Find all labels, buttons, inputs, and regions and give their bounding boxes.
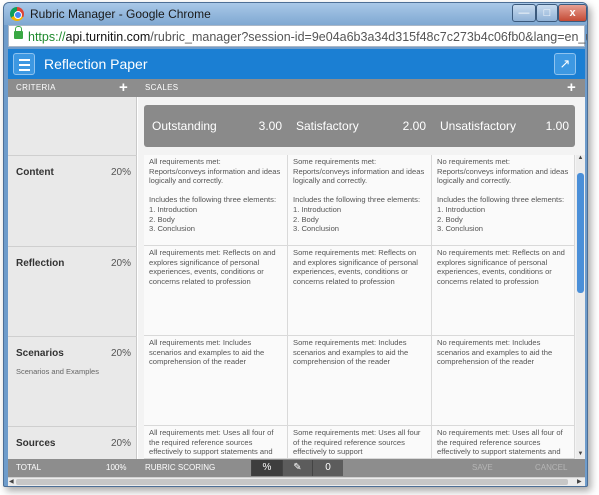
scroll-down-icon[interactable]: ▼: [576, 451, 585, 459]
criterion-row[interactable]: Content 20%: [8, 155, 137, 246]
rubric-cell[interactable]: All requirements met: Reports/conveys in…: [144, 155, 288, 246]
menu-line-icon: [19, 59, 30, 61]
rubric-cell[interactable]: No requirements met: Uses all four of th…: [432, 426, 575, 459]
rubric-cell[interactable]: No requirements met: Includes scenarios …: [432, 336, 575, 426]
rubric-cell[interactable]: No requirements met: Reflects on and exp…: [432, 246, 575, 336]
rubric-manager-app: Reflection Paper ↗ CRITERIA + SCALES + C…: [8, 49, 585, 486]
scroll-left-icon[interactable]: ◀: [9, 478, 14, 485]
total-label: TOTAL: [16, 463, 42, 472]
column-headers: CRITERIA + SCALES +: [8, 79, 585, 97]
rubric-grid: All requirements met: Reports/conveys in…: [138, 155, 575, 459]
criterion-percent: 20%: [110, 167, 131, 178]
menu-button[interactable]: [13, 53, 35, 75]
chrome-logo-icon: [10, 7, 24, 21]
scale-column-header[interactable]: Outstanding 3.00: [144, 105, 288, 147]
criterion-name: Reflection: [16, 258, 65, 269]
criterion-percent: 20%: [110, 438, 131, 449]
scale-value: 3.00: [258, 119, 282, 133]
maximize-button[interactable]: □: [536, 4, 558, 22]
scrollbar-thumb[interactable]: [577, 173, 584, 293]
minimize-button[interactable]: —: [512, 4, 536, 22]
criterion-name: Content: [16, 167, 54, 178]
scale-name: Outstanding: [152, 119, 217, 133]
edit-icon: ✎: [293, 462, 302, 473]
menu-line-icon: [19, 64, 30, 66]
share-button[interactable]: ↗: [554, 53, 576, 75]
rubric-cell[interactable]: Some requirements met: Reflects on and e…: [288, 246, 432, 336]
criterion-row[interactable]: Reflection 20%: [8, 246, 137, 336]
address-bar[interactable]: https://api.turnitin.com/rubric_manager?…: [8, 25, 588, 47]
criteria-header: CRITERIA: [16, 83, 56, 92]
criterion-row[interactable]: Sources 20%: [8, 426, 137, 459]
scale-column-header[interactable]: Satisfactory 2.00: [288, 105, 432, 147]
share-icon: ↗: [559, 56, 571, 71]
app-header: Reflection Paper ↗: [8, 49, 585, 79]
cancel-button[interactable]: CANCEL: [535, 463, 567, 472]
scale-header: Outstanding 3.00 Satisfactory 2.00 Unsat…: [144, 105, 575, 147]
criterion-name: Sources: [16, 438, 56, 449]
scale-value: 2.00: [402, 119, 426, 133]
lock-icon: [14, 26, 23, 39]
save-button[interactable]: SAVE: [472, 463, 493, 472]
url-text[interactable]: https://api.turnitin.com/rubric_manager?…: [28, 30, 588, 44]
rubric-title: Reflection Paper: [44, 56, 148, 72]
criteria-list: Content 20% Reflection 20% Scenarios 20%…: [8, 97, 137, 459]
footer-bar: TOTAL 100% RUBRIC SCORING % ✎ 0 SAVE CAN…: [8, 459, 585, 477]
scale-name: Unsatisfactory: [440, 119, 517, 133]
percent-scoring-button[interactable]: %: [251, 460, 282, 476]
horizontal-scrollbar[interactable]: ◀ ▶: [8, 477, 585, 486]
vertical-scrollbar[interactable]: ▲ ▼: [576, 155, 585, 459]
add-scale-button[interactable]: +: [567, 80, 576, 95]
menu-line-icon: [19, 69, 30, 71]
url-path: /rubric_manager?session-id=9e04a6b3a34d3…: [150, 30, 588, 44]
zero-scoring-button[interactable]: 0: [312, 460, 343, 476]
close-window-button[interactable]: x: [558, 4, 587, 22]
horizontal-scrollbar-thumb[interactable]: [16, 479, 568, 485]
total-value: 100%: [106, 463, 127, 472]
criterion-name: Scenarios: [16, 348, 64, 359]
title-bar: Rubric Manager - Google Chrome — □ x: [4, 3, 587, 25]
scale-name: Satisfactory: [296, 119, 359, 133]
rubric-cell[interactable]: Some requirements met: Reports/conveys i…: [288, 155, 432, 246]
scales-header: SCALES: [145, 83, 179, 92]
scales-area: Outstanding 3.00 Satisfactory 2.00 Unsat…: [138, 97, 585, 459]
rubric-cell[interactable]: No requirements met: Reports/conveys inf…: [432, 155, 575, 246]
scale-column-header[interactable]: Unsatisfactory 1.00: [432, 105, 575, 147]
scroll-right-icon[interactable]: ▶: [577, 478, 582, 485]
url-scheme: https://: [28, 30, 66, 44]
rubric-scoring-label: RUBRIC SCORING: [145, 463, 216, 472]
rubric-cell[interactable]: Some requirements met: Includes scenario…: [288, 336, 432, 426]
criterion-percent: 20%: [110, 258, 131, 269]
url-host: api.turnitin.com: [65, 30, 151, 44]
rubric-cell[interactable]: Some requirements met: Uses all four of …: [288, 426, 432, 459]
rubric-cell[interactable]: All requirements met: Includes scenarios…: [144, 336, 288, 426]
criterion-row[interactable]: Scenarios 20% Scenarios and Examples: [8, 336, 137, 426]
window-title: Rubric Manager - Google Chrome: [30, 7, 211, 21]
rubric-cell[interactable]: All requirements met: Reflects on and ex…: [144, 246, 288, 336]
rubric-cell[interactable]: All requirements met: Uses all four of t…: [144, 426, 288, 459]
scale-value: 1.00: [545, 119, 569, 133]
browser-window: Rubric Manager - Google Chrome — □ x htt…: [3, 2, 588, 487]
scroll-up-icon[interactable]: ▲: [576, 155, 585, 163]
custom-scoring-button[interactable]: ✎: [282, 460, 312, 476]
criterion-subtitle: Scenarios and Examples: [16, 367, 99, 376]
add-criterion-button[interactable]: +: [119, 80, 128, 95]
criterion-percent: 20%: [110, 348, 131, 359]
